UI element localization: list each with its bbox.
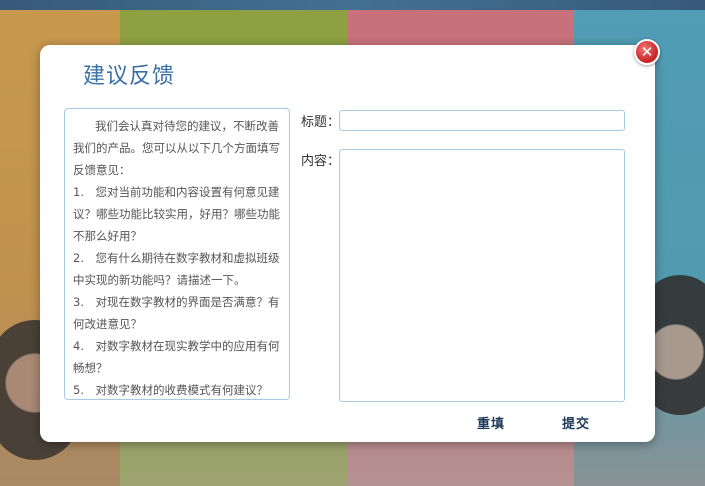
feedback-tips-panel: 我们会认真对待您的建议，不断改善我们的产品。您可以从以下几个方面填写反馈意见： …: [64, 108, 290, 400]
tips-intro: 我们会认真对待您的建议，不断改善我们的产品。您可以从以下几个方面填写反馈意见：: [73, 119, 280, 177]
title-input[interactable]: [339, 110, 625, 131]
submit-button[interactable]: 提交: [562, 413, 590, 432]
tips-item: 5. 对数字教材的收费模式有何建议？: [73, 383, 268, 397]
content-textarea[interactable]: [339, 149, 625, 402]
content-label: 内容：: [301, 154, 341, 169]
tips-item: 1. 您对当前功能和内容设置有何意见建议？哪些功能比较实用，好用？哪些功能不那么…: [73, 185, 280, 243]
dialog-title: 建议反馈: [83, 64, 176, 89]
title-label: 标题：: [301, 115, 341, 130]
tips-item: 4. 对数字教材在现实教学中的应用有何畅想？: [73, 339, 280, 375]
tips-item: 2. 您有什么期待在数字教材和虚拟班级中实现的新功能吗？请描述一下。: [73, 251, 280, 287]
feedback-dialog: 建议反馈 我们会认真对待您的建议，不断改善我们的产品。您可以从以下几个方面填写反…: [40, 45, 655, 442]
reset-button[interactable]: 重填: [477, 413, 505, 432]
tips-item: 3. 对现在数字教材的界面是否满意？有何改进意见？: [73, 295, 280, 331]
close-icon[interactable]: ✕: [634, 39, 660, 65]
